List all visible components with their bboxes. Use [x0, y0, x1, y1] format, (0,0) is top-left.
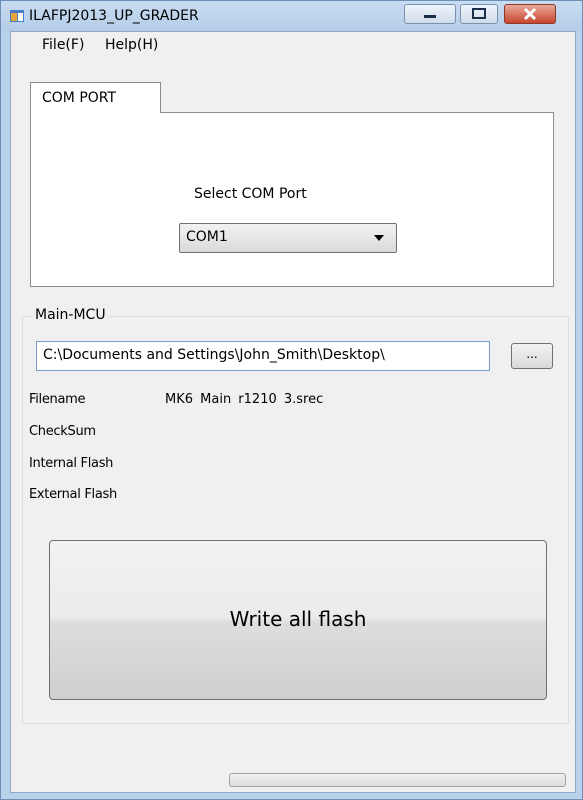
title-bar[interactable]: ILAFPJ2013_UP_GRADER [1, 1, 582, 31]
menu-bar: File(F) Help(H) [11, 32, 575, 58]
menu-file[interactable]: File(F) [42, 37, 84, 53]
write-all-flash-button[interactable]: Write all flash [49, 540, 547, 700]
main-mcu-legend: Main-MCU [32, 307, 109, 323]
window-title: ILAFPJ2013_UP_GRADER [29, 8, 199, 24]
close-button[interactable] [504, 4, 556, 24]
com-port-selected-value: COM1 [186, 229, 228, 245]
external-flash-label: External Flash [29, 487, 117, 502]
checksum-label: CheckSum [29, 424, 96, 439]
filename-value: MK6 Main r1210 3.srec [165, 392, 324, 407]
filename-label: Filename [29, 392, 86, 407]
close-icon [523, 7, 537, 21]
tab-com-port[interactable]: COM PORT [30, 82, 161, 113]
maximize-icon [472, 8, 486, 19]
internal-flash-label: Internal Flash [29, 456, 114, 471]
file-path-input[interactable]: C:\Documents and Settings\John_Smith\Des… [36, 341, 490, 371]
app-window-icon [10, 10, 24, 22]
app-window: ILAFPJ2013_UP_GRADER File(F) Help(H) COM… [0, 0, 583, 800]
browse-button[interactable]: ... [511, 343, 553, 369]
com-port-select[interactable]: COM1 [179, 223, 397, 253]
select-com-port-label: Select COM Port [194, 186, 307, 202]
minimize-button[interactable] [404, 4, 456, 24]
minimize-icon [424, 15, 436, 18]
menu-help[interactable]: Help(H) [105, 37, 158, 53]
maximize-button[interactable] [460, 4, 498, 24]
chevron-down-icon [374, 235, 384, 241]
progress-bar [229, 773, 566, 787]
